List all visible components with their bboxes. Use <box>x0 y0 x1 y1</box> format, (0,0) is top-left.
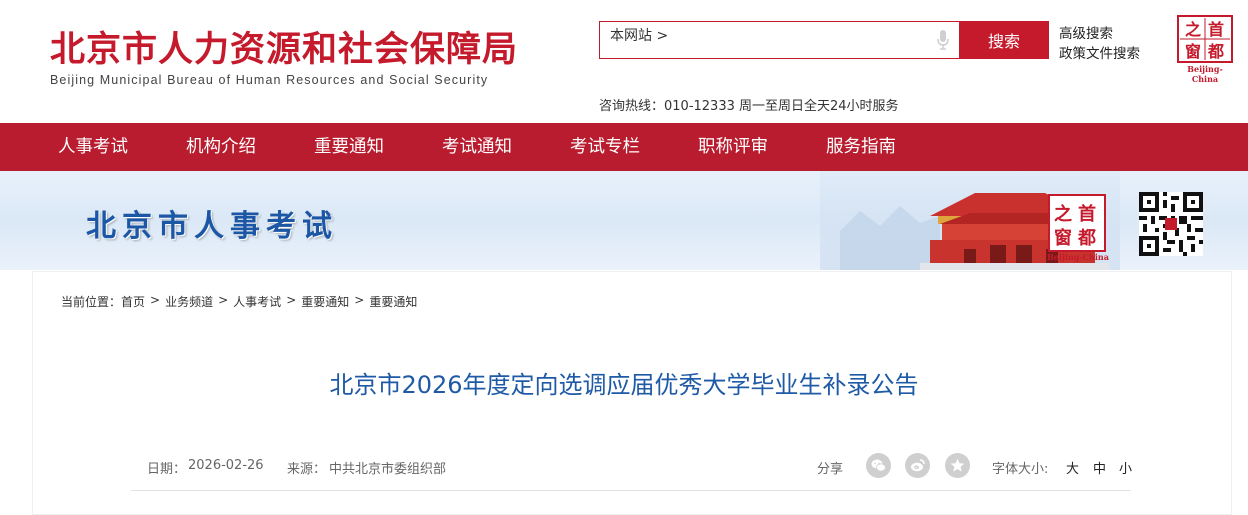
date-label: 日期： <box>147 462 187 477</box>
banner-seal-logo: 之 首 窗 都 Beijing-China <box>1046 192 1110 264</box>
section-banner: 北京市人事考试 之 首 窗 都 Beijing-China <box>0 171 1248 270</box>
breadcrumb-separator: > <box>150 293 161 307</box>
meta-divider <box>131 490 1131 491</box>
qr-code <box>1139 192 1203 256</box>
breadcrumb-separator: > <box>354 293 365 307</box>
font-size-label: 字体大小: <box>992 462 1049 477</box>
breadcrumb-home[interactable]: 首页 <box>121 293 145 310</box>
banner-seal-char-4: 都 <box>1077 228 1096 249</box>
nav-item-personnel-exam[interactable]: 人事考试 <box>58 123 128 171</box>
seal-icon: 之 首 窗 都 <box>1177 15 1233 63</box>
search-button[interactable]: 搜索 <box>959 21 1049 59</box>
weibo-icon[interactable] <box>905 453 930 478</box>
font-size-small[interactable]: 小 <box>1119 458 1132 477</box>
breadcrumb-label: 当前位置： <box>61 295 122 309</box>
seal-char-3: 窗 <box>1185 42 1201 61</box>
seal-char-2: 首 <box>1208 20 1224 39</box>
breadcrumb-separator: > <box>286 293 297 307</box>
publish-date: 2026-02-26 <box>188 458 264 473</box>
banner-seal-char-2: 首 <box>1078 203 1096 225</box>
wechat-icon[interactable] <box>866 453 891 478</box>
banner-seal-icon: 之 首 窗 都 <box>1048 194 1106 252</box>
site-logo-title[interactable]: 北京市人力资源和社会保障局 <box>50 28 518 72</box>
seal-char-4: 都 <box>1207 42 1224 61</box>
share-label: 分享 <box>817 462 844 477</box>
breadcrumb: 当前位置： 首页 > 业务频道 > 人事考试 > 重要通知 > 重要通知 <box>61 293 417 310</box>
seal-caption: Beijing-China <box>1187 64 1223 84</box>
source-label: 来源： <box>287 462 327 477</box>
favorite-star-icon[interactable] <box>945 453 970 478</box>
site-header: 北京市人力资源和社会保障局 Beijing Municipal Bureau o… <box>0 0 1248 123</box>
site-logo-subtitle: Beijing Municipal Bureau of Human Resour… <box>50 73 489 87</box>
breadcrumb-business-channel[interactable]: 业务频道 <box>165 293 213 310</box>
nav-item-important-notices[interactable]: 重要通知 <box>314 123 384 171</box>
search-input[interactable] <box>680 26 920 54</box>
font-size-large[interactable]: 大 <box>1066 458 1079 477</box>
nav-item-title-review[interactable]: 职称评审 <box>698 123 768 171</box>
nav-item-exam-notices[interactable]: 考试通知 <box>442 123 512 171</box>
article-source: 中共北京市委组织部 <box>329 462 447 477</box>
hotline-text: 咨询热线：010-12333 周一至周日全天24小时服务 <box>599 99 899 114</box>
banner-seal-caption: Beijing-China <box>1047 252 1109 262</box>
banner-seal-char-1: 之 <box>1054 203 1072 225</box>
seal-char-1: 之 <box>1185 20 1201 39</box>
article-title: 北京市2026年度定向选调应届优秀大学毕业生补录公告 <box>329 371 919 399</box>
qr-code-icon <box>1139 192 1203 256</box>
breadcrumb-important-notices[interactable]: 重要通知 <box>301 293 349 310</box>
nav-item-service-guide[interactable]: 服务指南 <box>826 123 896 171</box>
advanced-search-link[interactable]: 高级搜索 <box>1059 22 1113 42</box>
banner-title: 北京市人事考试 <box>86 209 338 244</box>
breadcrumb-separator: > <box>218 293 229 307</box>
breadcrumb-personnel-exam[interactable]: 人事考试 <box>233 293 281 310</box>
policy-search-link[interactable]: 政策文件搜索 <box>1059 42 1140 62</box>
breadcrumb-important-notices-current[interactable]: 重要通知 <box>369 293 417 310</box>
main-nav: 人事考试 机构介绍 重要通知 考试通知 考试专栏 职称评审 服务指南 <box>0 123 1248 171</box>
font-size-medium[interactable]: 中 <box>1093 458 1106 477</box>
nav-item-exam-column[interactable]: 考试专栏 <box>570 123 640 171</box>
banner-seal-char-3: 窗 <box>1054 227 1072 249</box>
nav-item-organization[interactable]: 机构介绍 <box>186 123 256 171</box>
search-scope-select[interactable]: 本网站 > <box>610 22 668 58</box>
microphone-icon[interactable] <box>937 30 949 50</box>
capital-window-seal-logo[interactable]: 之 首 窗 都 Beijing-China <box>1177 15 1233 84</box>
